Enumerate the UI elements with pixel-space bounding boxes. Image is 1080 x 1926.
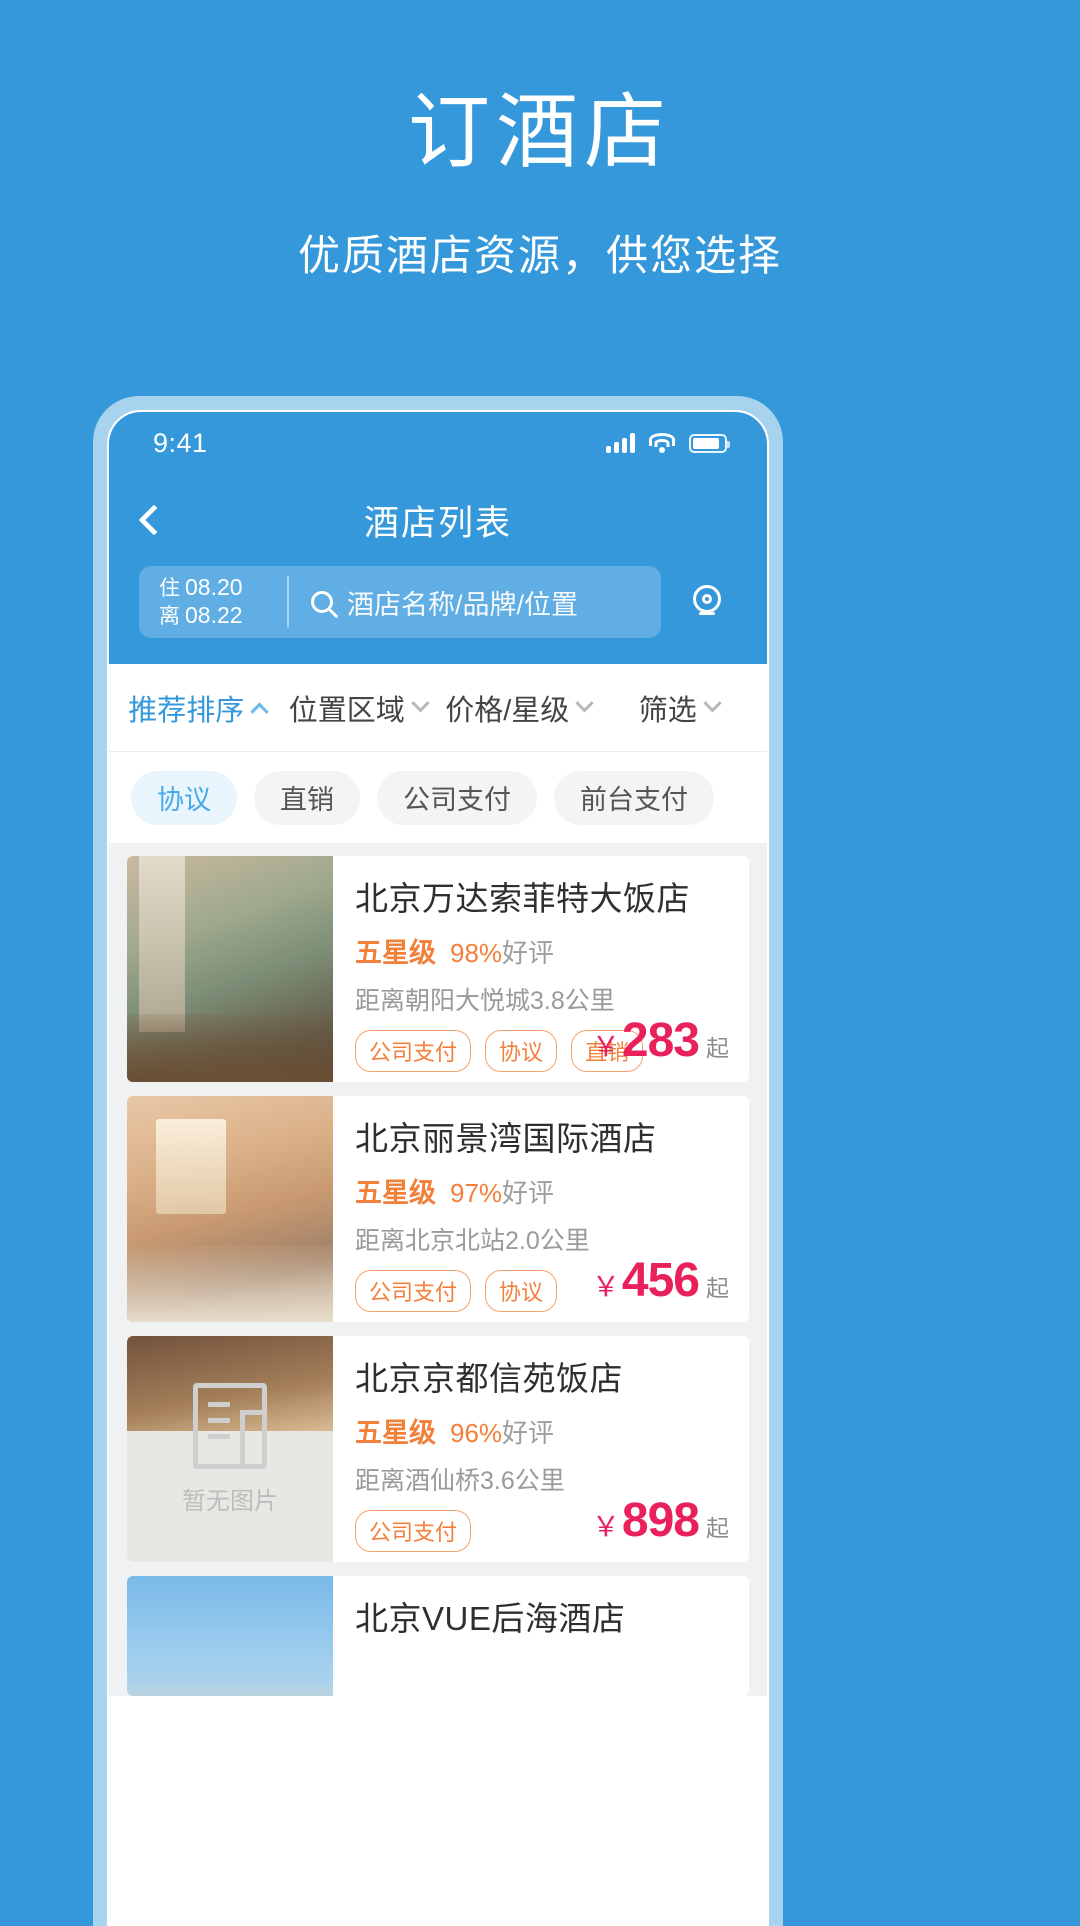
hotel-name: 北京万达索菲特大饭店 (355, 880, 690, 917)
hotel-price: ￥ 283 起 (592, 1013, 729, 1068)
filter-area[interactable]: 位置区域 (278, 687, 439, 729)
hotel-meta: 五星级 96%好评 (355, 1411, 729, 1450)
hotel-tag: 公司支付 (355, 1030, 472, 1072)
checkin-label: 住 (159, 577, 180, 601)
hotel-name: 北京VUE后海酒店 (355, 1600, 626, 1637)
price-amount: 898 (621, 1494, 700, 1547)
filter-more[interactable]: 筛选 (599, 687, 760, 729)
no-image-text: 暂无图片 (182, 1487, 278, 1515)
checkout-label: 离 (159, 605, 180, 628)
hotel-distance: 距离北京北站2.0公里 (355, 1227, 590, 1255)
hotel-thumbnail (127, 856, 333, 1082)
chevron-left-icon (138, 504, 170, 536)
search-row: 住 08.20 离 08.22 酒店名称/品牌/位置 (109, 566, 767, 664)
hotel-thumbnail (127, 1096, 333, 1322)
chip-company-pay[interactable]: 公司支付 (377, 770, 537, 825)
search-placeholder: 酒店名称/品牌/位置 (347, 589, 579, 620)
status-time: 9:41 (153, 427, 208, 458)
price-suffix: 起 (706, 1515, 729, 1541)
hotel-rating: 97%好评 (450, 1178, 555, 1208)
map-pin-icon (691, 585, 725, 619)
hotel-meta: 五星级 97%好评 (355, 1171, 729, 1210)
currency-symbol: ￥ (591, 1271, 620, 1302)
hotel-info: 北京万达索菲特大饭店 五星级 98%好评 距离朝阳大悦城3.8公里 公司支付 协… (333, 856, 749, 1082)
status-icons (606, 433, 730, 453)
checkin-date-line: 住 08.20 (159, 574, 287, 602)
chevron-down-icon (575, 694, 594, 713)
nav-title: 酒店列表 (363, 503, 512, 543)
currency-symbol: ￥ (591, 1031, 620, 1062)
table-row[interactable]: 北京VUE后海酒店 (127, 1576, 749, 1696)
battery-icon (689, 433, 730, 453)
hotel-thumbnail (127, 1576, 333, 1696)
chip-agreement[interactable]: 协议 (131, 770, 237, 825)
search-input[interactable]: 酒店名称/品牌/位置 (289, 583, 661, 622)
signal-bars-icon (606, 433, 635, 453)
hotel-info: 北京京都信苑饭店 五星级 96%好评 距离酒仙桥3.6公里 公司支付 ￥ 898… (333, 1336, 749, 1562)
hotel-info: 北京丽景湾国际酒店 五星级 97%好评 距离北京北站2.0公里 公司支付 协议 … (333, 1096, 749, 1322)
hotel-name: 北京京都信苑饭店 (355, 1360, 623, 1397)
nav-bar: 酒店列表 (109, 474, 767, 566)
hotel-name: 北京丽景湾国际酒店 (355, 1120, 657, 1157)
filter-sort-label: 推荐排序 (128, 694, 245, 727)
chevron-up-icon (250, 702, 269, 721)
chevron-down-icon (411, 694, 430, 713)
hotel-tag: 协议 (485, 1030, 558, 1072)
hotel-star-level: 五星级 (355, 1178, 436, 1208)
hotel-tag: 协议 (485, 1270, 558, 1312)
table-row[interactable]: 北京万达索菲特大饭店 五星级 98%好评 距离朝阳大悦城3.8公里 公司支付 协… (127, 856, 749, 1082)
filter-area-label: 位置区域 (288, 694, 405, 727)
search-box: 住 08.20 离 08.22 酒店名称/品牌/位置 (139, 566, 661, 638)
phone-screen: 9:41 酒店列表 住 08.20 离 08.22 酒店名称/品牌/位置 推荐排… (107, 410, 769, 1926)
price-suffix: 起 (706, 1035, 729, 1061)
promo-header: 订酒店 优质酒店资源，供您选择 (0, 0, 1080, 283)
hotel-distance: 距离朝阳大悦城3.8公里 (355, 987, 615, 1015)
hotel-rating: 98%好评 (450, 938, 555, 968)
filter-more-label: 筛选 (638, 694, 697, 727)
checkout-date: 08.22 (185, 602, 243, 628)
chevron-down-icon (703, 694, 722, 713)
date-range-picker[interactable]: 住 08.20 离 08.22 (139, 574, 289, 630)
hotel-price: ￥ 456 起 (592, 1253, 729, 1308)
hotel-list: 北京万达索菲特大饭店 五星级 98%好评 距离朝阳大悦城3.8公里 公司支付 协… (109, 844, 767, 1696)
hotel-tag: 公司支付 (355, 1270, 472, 1312)
hotel-meta: 五星级 98%好评 (355, 931, 729, 970)
phone-mockup-frame: 9:41 酒店列表 住 08.20 离 08.22 酒店名称/品牌/位置 推荐排… (93, 396, 783, 1926)
hotel-star-level: 五星级 (355, 1418, 436, 1448)
checkout-date-line: 离 08.22 (159, 602, 287, 630)
back-button[interactable] (109, 474, 199, 566)
filter-bar: 推荐排序 位置区域 价格/星级 筛选 (109, 664, 767, 752)
filter-sort[interactable]: 推荐排序 (117, 687, 278, 729)
status-bar: 9:41 (109, 412, 767, 474)
price-amount: 456 (621, 1254, 700, 1307)
quick-filter-chips: 协议 直销 公司支付 前台支付 (109, 752, 767, 844)
checkin-date: 08.20 (185, 574, 243, 601)
hotel-rating: 96%好评 (450, 1418, 555, 1448)
filter-price-star-label: 价格/星级 (445, 694, 570, 727)
chip-front-desk-pay[interactable]: 前台支付 (554, 770, 714, 825)
page-title: 订酒店 (407, 87, 672, 178)
hotel-info: 北京VUE后海酒店 (333, 1576, 749, 1696)
currency-symbol: ￥ (591, 1511, 620, 1542)
map-button[interactable] (679, 573, 737, 631)
filter-price-star[interactable]: 价格/星级 (438, 687, 599, 729)
hotel-distance: 距离酒仙桥3.6公里 (355, 1467, 565, 1495)
table-row[interactable]: 北京丽景湾国际酒店 五星级 97%好评 距离北京北站2.0公里 公司支付 协议 … (127, 1096, 749, 1322)
table-row[interactable]: 暂无图片 北京京都信苑饭店 五星级 96%好评 距离酒仙桥3.6公里 公司支付 … (127, 1336, 749, 1562)
price-amount: 283 (621, 1014, 700, 1067)
page-subtitle: 优质酒店资源，供您选择 (297, 232, 782, 280)
chip-direct[interactable]: 直销 (254, 770, 360, 825)
no-image-icon (193, 1382, 267, 1469)
hotel-price: ￥ 898 起 (592, 1493, 729, 1548)
search-icon (311, 591, 333, 613)
price-suffix: 起 (706, 1275, 729, 1301)
hotel-star-level: 五星级 (355, 938, 436, 968)
hotel-thumbnail: 暂无图片 (127, 1336, 333, 1562)
wifi-icon (649, 433, 675, 453)
hotel-tag: 公司支付 (355, 1510, 472, 1552)
